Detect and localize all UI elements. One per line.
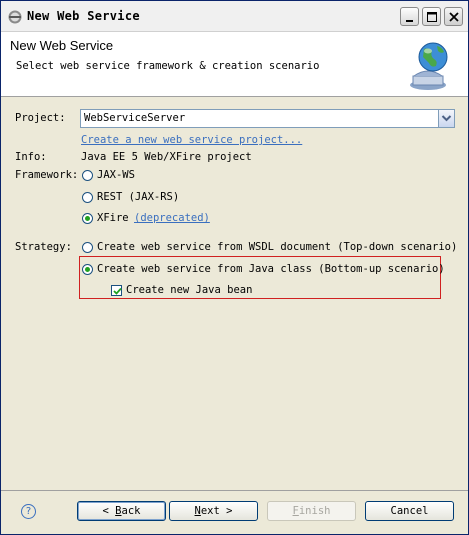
- checkmark-icon: [113, 287, 122, 295]
- project-select-dropdown-button[interactable]: [438, 110, 454, 127]
- finish-button-rest: inish: [298, 505, 331, 517]
- wizard-description: Select web service framework & creation …: [16, 60, 320, 72]
- back-button-prefix: <: [102, 505, 116, 517]
- xfire-deprecated-link[interactable]: (deprecated): [134, 212, 210, 224]
- web-service-globe-icon: [410, 42, 448, 90]
- window-title: New Web Service: [27, 9, 140, 23]
- next-button[interactable]: Next >: [169, 501, 258, 521]
- framework-jaxws-radio[interactable]: [82, 170, 93, 181]
- strategy-label: Strategy:: [15, 241, 72, 253]
- close-window-button[interactable]: [444, 7, 463, 26]
- finish-button[interactable]: Finish: [267, 501, 356, 521]
- minimize-button[interactable]: [400, 7, 419, 26]
- project-select[interactable]: WebServiceServer: [80, 109, 455, 128]
- new-web-service-dialog: New Web Service New Web Service Select w…: [0, 0, 469, 535]
- help-icon[interactable]: ?: [21, 504, 36, 519]
- wizard-body: Project: WebServiceServer Create a new w…: [1, 97, 468, 487]
- create-java-bean-checkbox[interactable]: [111, 285, 122, 296]
- title-bar[interactable]: New Web Service: [1, 1, 468, 32]
- next-button-rest: ext >: [200, 505, 233, 517]
- strategy-wsdl-radio[interactable]: [82, 242, 93, 253]
- framework-xfire-label[interactable]: XFire: [97, 212, 129, 224]
- maximize-button[interactable]: [422, 7, 441, 26]
- framework-label: Framework:: [15, 169, 79, 181]
- wizard-footer: ? < Back Next > Finish Cancel: [1, 491, 468, 534]
- project-label: Project:: [15, 112, 66, 124]
- cancel-button[interactable]: Cancel: [365, 501, 454, 521]
- create-project-link[interactable]: Create a new web service project...: [81, 134, 302, 146]
- strategy-java-class-radio[interactable]: [82, 264, 93, 275]
- project-select-value: WebServiceServer: [84, 112, 186, 124]
- create-java-bean-label[interactable]: Create new Java bean: [126, 284, 252, 296]
- strategy-java-class-label[interactable]: Create web service from Java class (Bott…: [97, 263, 445, 275]
- maximize-icon: [427, 12, 437, 22]
- minimize-icon: [406, 20, 413, 22]
- info-value: Java EE 5 Web/XFire project: [81, 151, 252, 163]
- info-label: Info:: [15, 151, 47, 163]
- framework-jaxws-label[interactable]: JAX-WS: [97, 169, 135, 181]
- framework-rest-label[interactable]: REST (JAX-RS): [97, 191, 179, 203]
- close-icon: [449, 12, 459, 22]
- chevron-down-icon: [441, 115, 452, 122]
- framework-rest-radio[interactable]: [82, 192, 93, 203]
- back-button[interactable]: < Back: [77, 501, 166, 521]
- strategy-wsdl-label[interactable]: Create web service from WSDL document (T…: [97, 241, 457, 253]
- eclipse-app-icon: [8, 10, 22, 24]
- framework-xfire-radio[interactable]: [82, 213, 93, 224]
- wizard-header: New Web Service Select web service frame…: [1, 32, 468, 97]
- wizard-title: New Web Service: [10, 38, 114, 53]
- back-button-rest: ack: [121, 505, 141, 517]
